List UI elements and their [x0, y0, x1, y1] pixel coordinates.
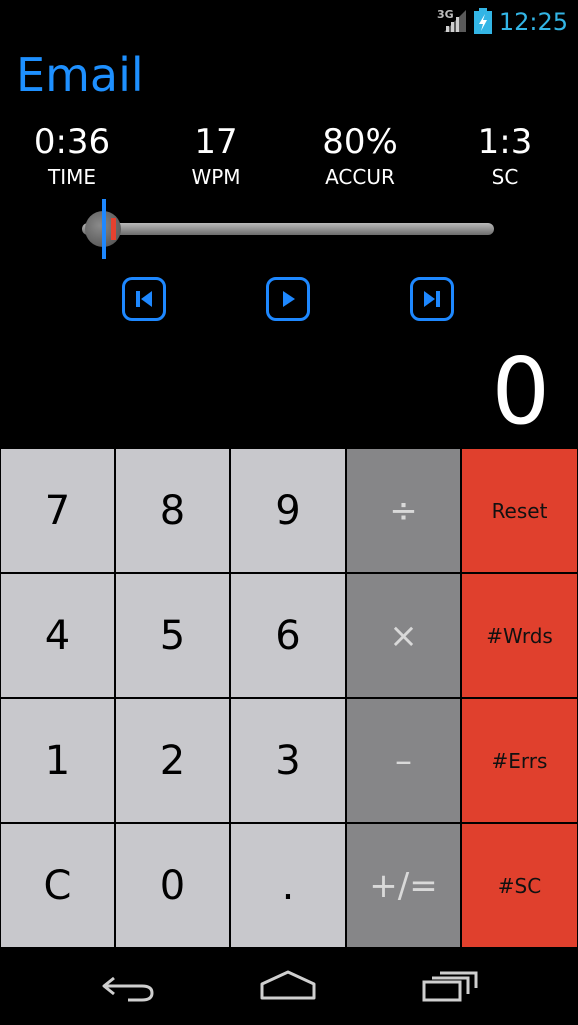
skip-previous-icon: [136, 291, 152, 307]
status-bar: 3G 12:25: [0, 0, 578, 44]
words-button[interactable]: #Wrds: [461, 573, 578, 698]
play-icon: [283, 291, 295, 307]
result-display: 0: [491, 338, 550, 445]
home-icon[interactable]: [258, 968, 318, 1004]
stat-sc: 1:3 SC: [433, 120, 577, 190]
seek-position-marker[interactable]: [102, 199, 106, 259]
skip-next-button[interactable]: [410, 277, 454, 321]
key-4[interactable]: 4: [0, 573, 115, 698]
key-2[interactable]: 2: [115, 698, 230, 823]
seek-error-marker: [111, 218, 116, 240]
stat-time: 0:36 TIME: [0, 120, 144, 190]
navigation-bar: [0, 948, 578, 1025]
key-3[interactable]: 3: [230, 698, 346, 823]
stat-sc-value: 1:3: [477, 122, 533, 162]
status-clock: 12:25: [498, 8, 568, 36]
key-1[interactable]: 1: [0, 698, 115, 823]
errors-button[interactable]: #Errs: [461, 698, 578, 823]
signal-icon: [444, 10, 466, 32]
key-6[interactable]: 6: [230, 573, 346, 698]
key-multiply[interactable]: ×: [346, 573, 461, 698]
back-icon[interactable]: [98, 968, 158, 1004]
play-button[interactable]: [266, 277, 310, 321]
stat-accuracy-value: 80%: [322, 122, 398, 162]
stat-time-label: TIME: [47, 165, 96, 189]
key-minus[interactable]: –: [346, 698, 461, 823]
sc-button[interactable]: #SC: [461, 823, 578, 948]
key-7[interactable]: 7: [0, 448, 115, 573]
keypad: 7 8 9 ÷ Reset 4 5 6 × #Wrds 1 2 3 – #Err…: [0, 448, 578, 948]
stat-sc-label: SC: [491, 165, 519, 189]
key-9[interactable]: 9: [230, 448, 346, 573]
key-0[interactable]: 0: [115, 823, 230, 948]
recent-apps-icon[interactable]: [420, 968, 480, 1004]
stat-wpm: 17 WPM: [144, 120, 288, 190]
stat-wpm-label: WPM: [191, 165, 241, 189]
skip-previous-button[interactable]: [122, 277, 166, 321]
reset-button[interactable]: Reset: [461, 448, 578, 573]
key-plus-equals[interactable]: +/=: [346, 823, 461, 948]
key-8[interactable]: 8: [115, 448, 230, 573]
skip-next-icon: [424, 291, 440, 307]
page-title: Email: [16, 48, 144, 102]
stat-accuracy: 80% ACCUR: [288, 120, 432, 190]
stat-accuracy-label: ACCUR: [325, 165, 395, 189]
key-5[interactable]: 5: [115, 573, 230, 698]
stat-wpm-value: 17: [194, 122, 238, 162]
key-clear[interactable]: C: [0, 823, 115, 948]
key-divide[interactable]: ÷: [346, 448, 461, 573]
battery-charging-icon: [474, 8, 492, 34]
key-decimal[interactable]: .: [230, 823, 346, 948]
stat-time-value: 0:36: [33, 122, 111, 162]
seek-bar[interactable]: [82, 223, 494, 235]
